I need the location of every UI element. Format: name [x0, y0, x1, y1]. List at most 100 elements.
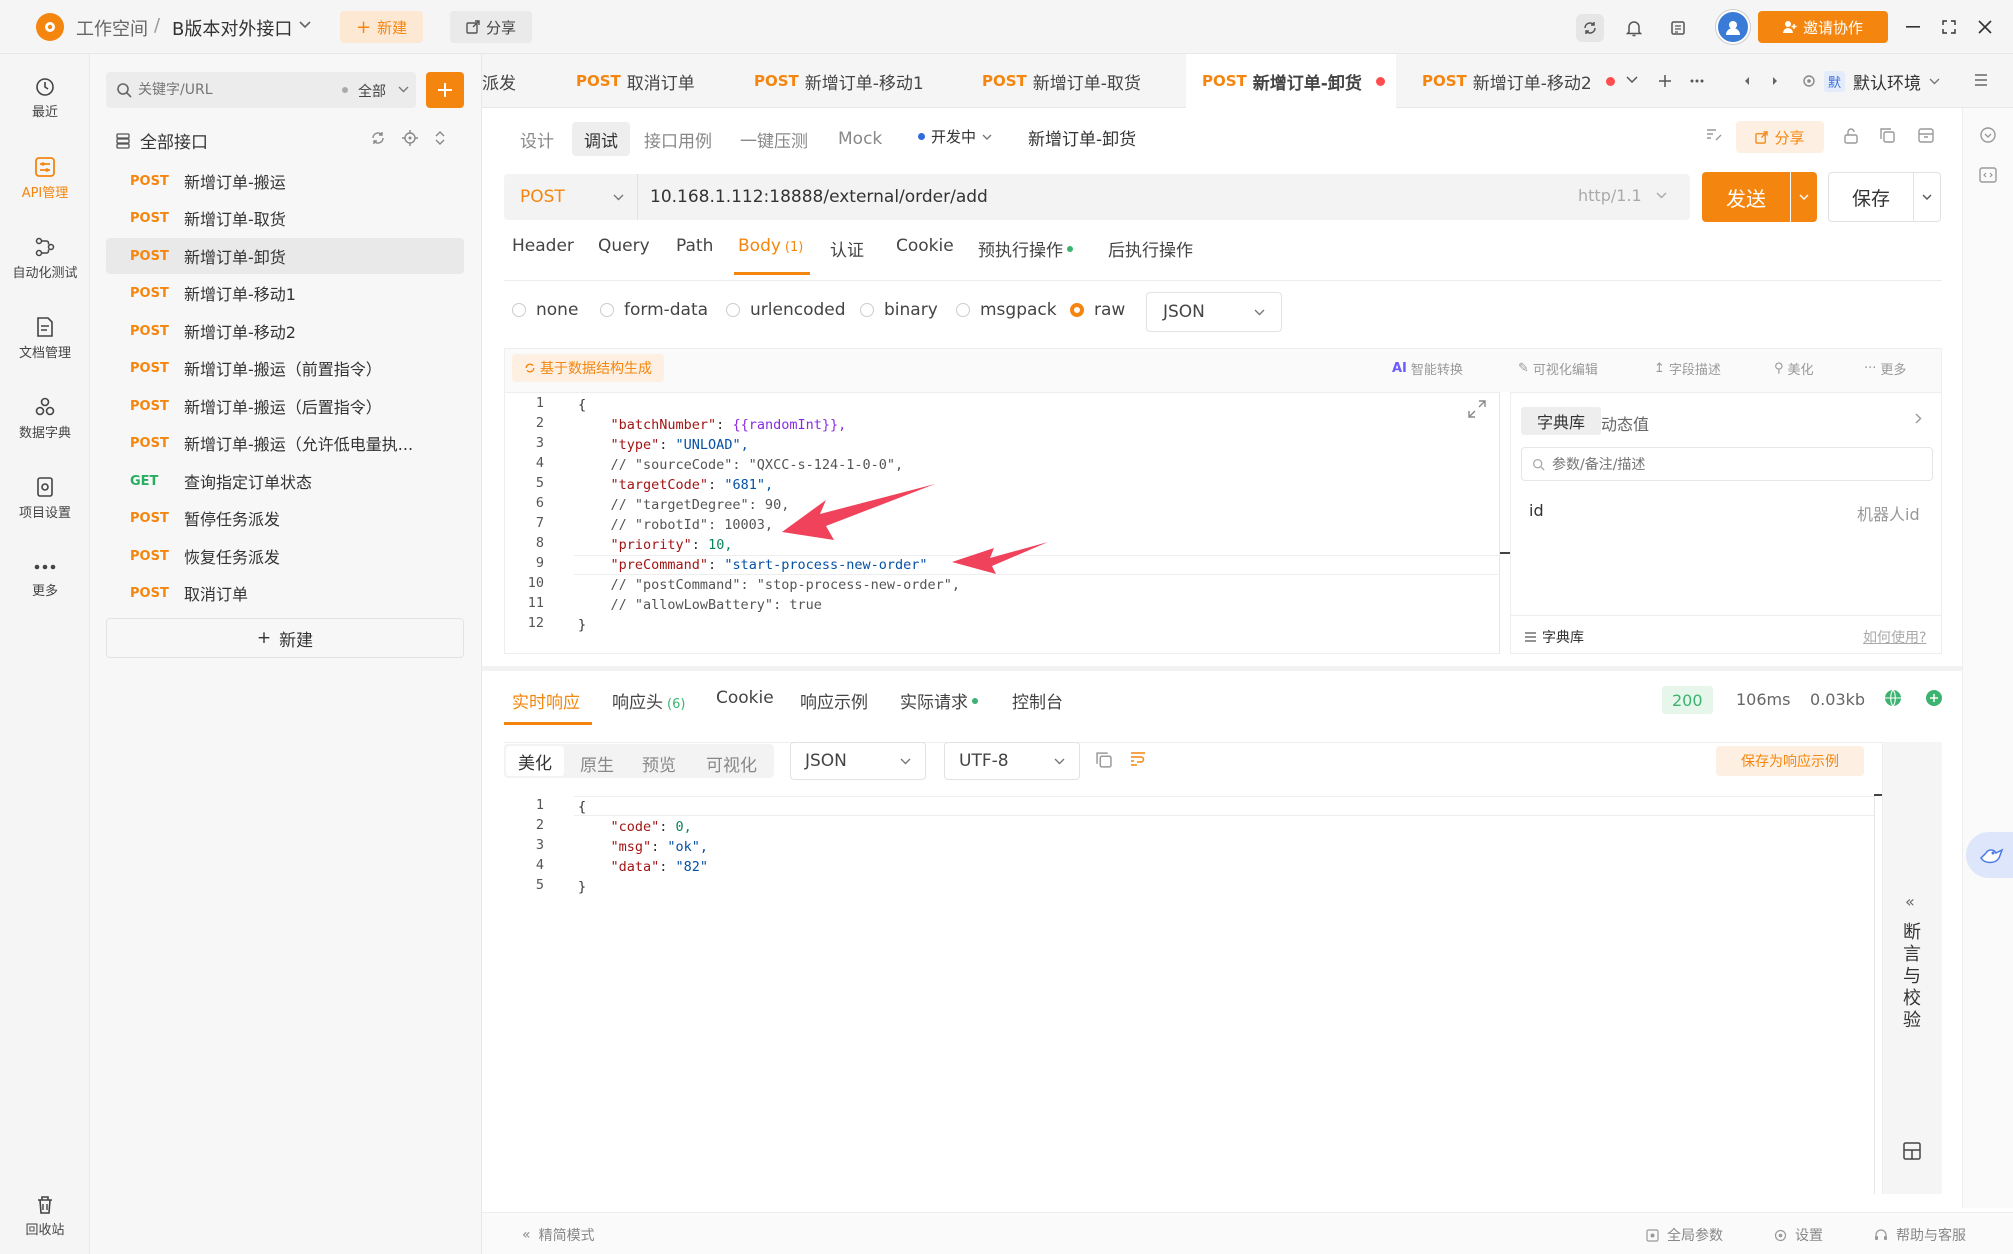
assertion-panel[interactable]: « 断言与校验: [1882, 742, 1942, 1194]
environment-select[interactable]: 默 默认环境: [1802, 66, 1982, 96]
api-item[interactable]: POST 新增订单-搬运（后置指令）: [106, 388, 464, 424]
radio-form-data[interactable]: form-data: [600, 300, 708, 320]
save-button[interactable]: 保存: [1828, 172, 1914, 222]
notes-icon[interactable]: [1664, 14, 1692, 42]
radio-urlencoded[interactable]: urlencoded: [726, 300, 846, 320]
archive-icon[interactable]: [1918, 128, 1934, 143]
tab-realtime-response[interactable]: 实时响应: [512, 688, 580, 713]
invite-button[interactable]: 邀请协作: [1758, 11, 1888, 43]
menu-icon[interactable]: [1974, 74, 1988, 86]
breadcrumb-workspace[interactable]: 工作空间: [76, 15, 148, 41]
share-button[interactable]: 分享: [450, 11, 533, 43]
radio-none[interactable]: none: [512, 300, 578, 320]
simple-mode-button[interactable]: « 精简模式: [522, 1225, 595, 1245]
nav-data-dictionary[interactable]: 数据字典: [0, 394, 90, 441]
view-mode-raw[interactable]: 原生: [580, 751, 614, 776]
view-mode-preview[interactable]: 预览: [642, 751, 676, 776]
help-button[interactable]: 帮助与客服: [1874, 1225, 1966, 1245]
tab-next-icon[interactable]: [1772, 76, 1778, 86]
radio-binary[interactable]: binary: [860, 300, 938, 320]
nav-recent[interactable]: 最近: [0, 74, 90, 120]
globe-icon[interactable]: [1884, 689, 1902, 707]
locate-icon[interactable]: [402, 130, 418, 146]
expand-icon[interactable]: [1468, 400, 1486, 418]
response-encoding-select[interactable]: UTF-8: [944, 742, 1080, 780]
dict-search-input[interactable]: [1552, 454, 1912, 476]
subtab-design[interactable]: 设计: [508, 122, 566, 156]
request-title[interactable]: 新增订单-卸货: [1028, 125, 1136, 150]
tab-header[interactable]: Header: [512, 236, 574, 256]
chevron-right-icon[interactable]: [1915, 413, 1922, 424]
nav-doc-management[interactable]: 文档管理: [0, 314, 90, 361]
radio-raw[interactable]: raw: [1070, 300, 1125, 320]
lock-icon[interactable]: [1844, 128, 1858, 144]
tab-item[interactable]: POST 取消订单: [576, 54, 695, 108]
breadcrumb-project[interactable]: B版本对外接口: [172, 15, 292, 41]
tab-item[interactable]: POST 新增订单-移动2: [1422, 54, 1615, 108]
nav-project-settings[interactable]: 项目设置: [0, 474, 90, 521]
send-button[interactable]: 发送: [1702, 172, 1790, 222]
tab-response-examples[interactable]: 响应示例: [800, 688, 868, 713]
nav-api-management[interactable]: API管理: [0, 154, 90, 201]
refresh-icon[interactable]: [370, 130, 386, 146]
api-item[interactable]: POST 暂停任务派发: [106, 500, 464, 536]
body-format-select[interactable]: JSON: [1146, 292, 1282, 332]
dict-help-link[interactable]: 如何使用?: [1863, 627, 1926, 647]
new-api-button[interactable]: + 新建: [106, 618, 464, 658]
tab-prev-icon[interactable]: [1744, 76, 1750, 86]
more-button[interactable]: ··· 更多: [1864, 359, 1906, 378]
subtab-mock[interactable]: Mock: [826, 122, 894, 156]
api-item[interactable]: GET 查询指定订单状态: [106, 463, 464, 499]
code-box-icon[interactable]: [1979, 166, 1997, 184]
tab-dictionary[interactable]: 字典库: [1521, 407, 1601, 435]
dict-row-key[interactable]: id: [1529, 501, 1544, 520]
beautify-button[interactable]: ⚲ 美化: [1774, 359, 1814, 378]
nav-auto-test[interactable]: 自动化测试: [0, 234, 90, 281]
tab-post-processors[interactable]: 后执行操作: [1108, 236, 1193, 261]
plus-icon[interactable]: [1658, 74, 1672, 88]
tab-response-cookie[interactable]: Cookie: [716, 688, 774, 708]
avatar[interactable]: [1716, 10, 1750, 44]
bell-icon[interactable]: [1620, 14, 1648, 42]
generate-from-schema-button[interactable]: 基于数据结构生成: [512, 354, 664, 382]
response-code-viewer[interactable]: [504, 794, 1876, 1194]
tab-item-active[interactable]: POST 新增订单-卸货: [1186, 54, 1396, 108]
api-root-folder[interactable]: 全部接口: [116, 128, 208, 153]
tab-cookie[interactable]: Cookie: [896, 236, 954, 256]
api-search-input[interactable]: [138, 78, 318, 102]
copy-icon[interactable]: [1880, 128, 1895, 143]
tab-item[interactable]: 派发: [482, 54, 542, 108]
chevron-down-icon[interactable]: [298, 18, 312, 32]
nav-trash[interactable]: 回收站: [0, 1192, 90, 1238]
api-item[interactable]: POST 恢复任务派发: [106, 538, 464, 574]
tab-query[interactable]: Query: [598, 236, 650, 256]
copy-icon[interactable]: [1096, 752, 1112, 768]
tab-item[interactable]: POST 新增订单-取货: [982, 54, 1141, 108]
double-chevron-left-icon[interactable]: «: [1905, 892, 1915, 911]
view-mode-pretty[interactable]: 美化: [506, 746, 564, 776]
tab-item[interactable]: POST 新增订单-移动1: [754, 54, 924, 108]
visual-edit-button[interactable]: ✎ 可视化编辑: [1518, 359, 1598, 378]
chevron-down-icon[interactable]: [1626, 76, 1638, 84]
subtab-cases[interactable]: 接口用例: [632, 122, 724, 156]
api-item[interactable]: POST 取消订单: [106, 575, 464, 611]
collapse-expand-icon[interactable]: [434, 130, 446, 146]
new-button[interactable]: + 新建: [340, 11, 424, 43]
api-item-active[interactable]: POST 新增订单-卸货: [106, 238, 464, 274]
api-filter-select[interactable]: 全部: [358, 81, 386, 101]
api-item[interactable]: POST 新增订单-搬运（允许低电量执...: [106, 425, 464, 461]
response-format-select[interactable]: JSON: [790, 742, 926, 780]
tab-response-headers[interactable]: 响应头 (6): [612, 688, 685, 713]
smart-convert-button[interactable]: AI 智能转换: [1392, 359, 1463, 378]
editor-scroll-thumb[interactable]: [1500, 552, 1510, 554]
tab-auth[interactable]: 认证: [830, 236, 864, 261]
maximize-icon[interactable]: [1936, 14, 1962, 40]
subtab-debug[interactable]: 调试: [572, 122, 630, 156]
tab-body[interactable]: Body (1): [738, 236, 803, 256]
api-item[interactable]: POST 新增订单-移动1: [106, 275, 464, 311]
send-dropdown-button[interactable]: [1791, 172, 1817, 222]
tab-console[interactable]: 控制台: [1012, 688, 1063, 713]
more-dots-icon[interactable]: [1690, 79, 1704, 83]
tab-actual-request[interactable]: 实际请求: [900, 688, 978, 713]
panel-splitter[interactable]: [482, 666, 2013, 671]
